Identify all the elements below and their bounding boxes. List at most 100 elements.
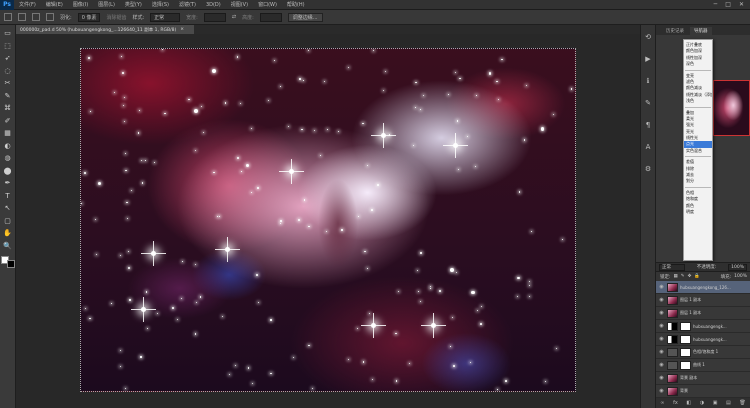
paragraph-panel-icon[interactable]: ¶ [646,121,650,129]
marquee-tool-icon[interactable]: ⬚ [3,42,13,51]
type-tool-icon[interactable]: T [3,192,13,201]
menu-3d[interactable]: 3D(D) [201,2,226,8]
feather-input[interactable]: 0 像素 [77,12,101,22]
info-panel-icon[interactable]: ℹ [647,77,650,85]
background-color-swatch[interactable] [6,260,15,268]
shape-tool-icon[interactable]: ▢ [3,217,13,226]
antialias-checkbox[interactable]: 消除锯齿 [106,14,126,21]
menu-help[interactable]: 帮助(H) [282,1,310,8]
maximize-button[interactable]: □ [725,1,731,8]
hand-tool-icon[interactable]: ✋ [3,229,13,238]
gradient-tool-icon[interactable]: ⬤ [3,167,13,176]
new-selection-icon[interactable] [18,13,26,21]
navigator-thumbnail[interactable] [713,80,750,136]
lock-transparent-icon[interactable]: ▦ [674,274,678,279]
properties-panel-icon[interactable]: ⚙ [645,165,651,173]
brush-tool-icon[interactable]: ✐ [3,117,13,126]
visibility-eye-icon[interactable]: ◉ [658,362,665,368]
layer-row[interactable]: ◉ 背景 副本 [656,372,750,385]
style-select[interactable]: 正常 [150,12,181,22]
lock-move-icon[interactable]: ✥ [688,274,692,279]
layer-mask-thumbnail[interactable] [680,360,691,370]
layer-row[interactable]: ◉ hubxuangengk... [656,333,750,346]
healing-tool-icon[interactable]: ⌘ [3,104,13,113]
visibility-eye-icon[interactable]: ◉ [658,323,665,329]
menu-select[interactable]: 选择(S) [147,1,174,8]
layer-mask-thumbnail[interactable] [680,321,691,331]
menu-type[interactable]: 类型(Y) [120,1,147,8]
visibility-eye-icon[interactable]: ◉ [658,349,665,355]
blend-mode-option[interactable]: 明度 [684,209,712,215]
lock-paint-icon[interactable]: ✎ [681,274,685,279]
menu-image[interactable]: 图像(I) [68,1,93,8]
close-tab-icon[interactable]: × [180,27,184,32]
height-input[interactable] [259,12,282,22]
menu-layer[interactable]: 图层(L) [93,1,120,8]
opacity-input[interactable]: 100% [728,263,747,271]
subtract-selection-icon[interactable] [46,13,54,21]
layer-row[interactable]: ◉ hubxuangengkong_126... [656,281,750,294]
new-group-icon[interactable]: ▣ [713,400,718,406]
layer-row[interactable]: ◉ 曲线 1 [656,359,750,372]
layer-row[interactable]: ◉ 色相/饱和度 1 [656,346,750,359]
tab-navigator[interactable]: 导航器 [690,27,712,35]
lock-all-icon[interactable]: 🔒 [694,274,700,279]
eraser-tool-icon[interactable]: ◍ [3,154,13,163]
blend-mode-select[interactable]: 正常 [659,263,685,271]
visibility-eye-icon[interactable]: ◉ [658,336,665,342]
refine-edge-button[interactable]: 调整边缘... [287,12,323,22]
quick-select-tool-icon[interactable]: ◌ [3,67,13,76]
tab-history[interactable]: 历史记录 [662,27,688,35]
visibility-eye-icon[interactable]: ◉ [658,388,665,394]
color-swatches[interactable] [0,256,15,268]
new-layer-icon[interactable]: ▤ [726,400,731,406]
path-select-tool-icon[interactable]: ↖ [3,204,13,213]
minimize-button[interactable]: ─ [714,1,718,8]
zoom-tool-icon[interactable]: 🔍 [3,242,13,251]
pen-tool-icon[interactable]: ✒ [3,179,13,188]
visibility-eye-icon[interactable]: ◉ [658,375,665,381]
visibility-eye-icon[interactable]: ◉ [658,284,665,290]
layer-row[interactable]: ◉ hubxuangengk... [656,320,750,333]
marquee-tool-icon[interactable] [4,13,12,21]
nebula-image[interactable] [80,48,576,392]
layer-style-icon[interactable]: fx [673,400,678,406]
crop-tool-icon[interactable]: ✂ [3,79,13,88]
link-layers-icon[interactable]: ∞ [660,400,664,406]
fill-input[interactable]: 100% [734,274,750,279]
blend-mode-option[interactable]: 浅色 [684,98,712,104]
blend-mode-option[interactable]: 实色混合 [684,148,712,154]
menu-filter[interactable]: 滤镜(T) [174,1,201,8]
brush-panel-icon[interactable]: ✎ [645,99,651,107]
document-tab[interactable]: 000000z_pad.d 50% (hubxuangengkong_...12… [16,25,194,34]
adjustment-layer-icon[interactable]: ◑ [700,400,704,406]
eyedropper-tool-icon[interactable]: ✎ [3,92,13,101]
blend-mode-option[interactable]: 划分 [684,178,712,184]
blend-mode-option[interactable]: 深色 [684,61,712,67]
actions-panel-icon[interactable]: ▶ [645,55,650,63]
layer-row[interactable]: ◉ 图层 1 副本 [656,294,750,307]
blend-mode-dropdown[interactable]: 正片叠底颜色加深线性加深深色变亮滤色颜色减淡线性减淡（添加）浅色叠加柔光强光亮光… [683,39,713,261]
stamp-tool-icon[interactable]: ▦ [3,129,13,138]
close-window-button[interactable]: ✕ [739,1,744,8]
layer-row[interactable]: ◉ 背景 [656,385,750,398]
layer-mask-thumbnail[interactable] [680,334,691,344]
swap-icon[interactable]: ⇄ [232,14,236,20]
add-mask-icon[interactable]: ◧ [686,400,691,406]
visibility-eye-icon[interactable]: ◉ [658,310,665,316]
lasso-tool-icon[interactable]: ➶ [3,54,13,63]
add-selection-icon[interactable] [32,13,40,21]
menu-file[interactable]: 文件(F) [14,1,41,8]
layer-row[interactable]: ◉ 图层 1 副本 [656,307,750,320]
width-input[interactable] [203,12,226,22]
menu-window[interactable]: 窗口(W) [253,1,282,8]
move-tool-icon[interactable]: ▭ [3,29,13,38]
visibility-eye-icon[interactable]: ◉ [658,297,665,303]
delete-layer-icon[interactable]: 🗑 [739,400,745,406]
history-panel-icon[interactable]: ⟲ [645,33,651,41]
menu-edit[interactable]: 编辑(E) [41,1,68,8]
character-panel-icon[interactable]: A [646,143,651,151]
history-brush-icon[interactable]: ◐ [3,142,13,151]
layer-mask-thumbnail[interactable] [680,347,691,357]
menu-view[interactable]: 视图(V) [226,1,253,8]
